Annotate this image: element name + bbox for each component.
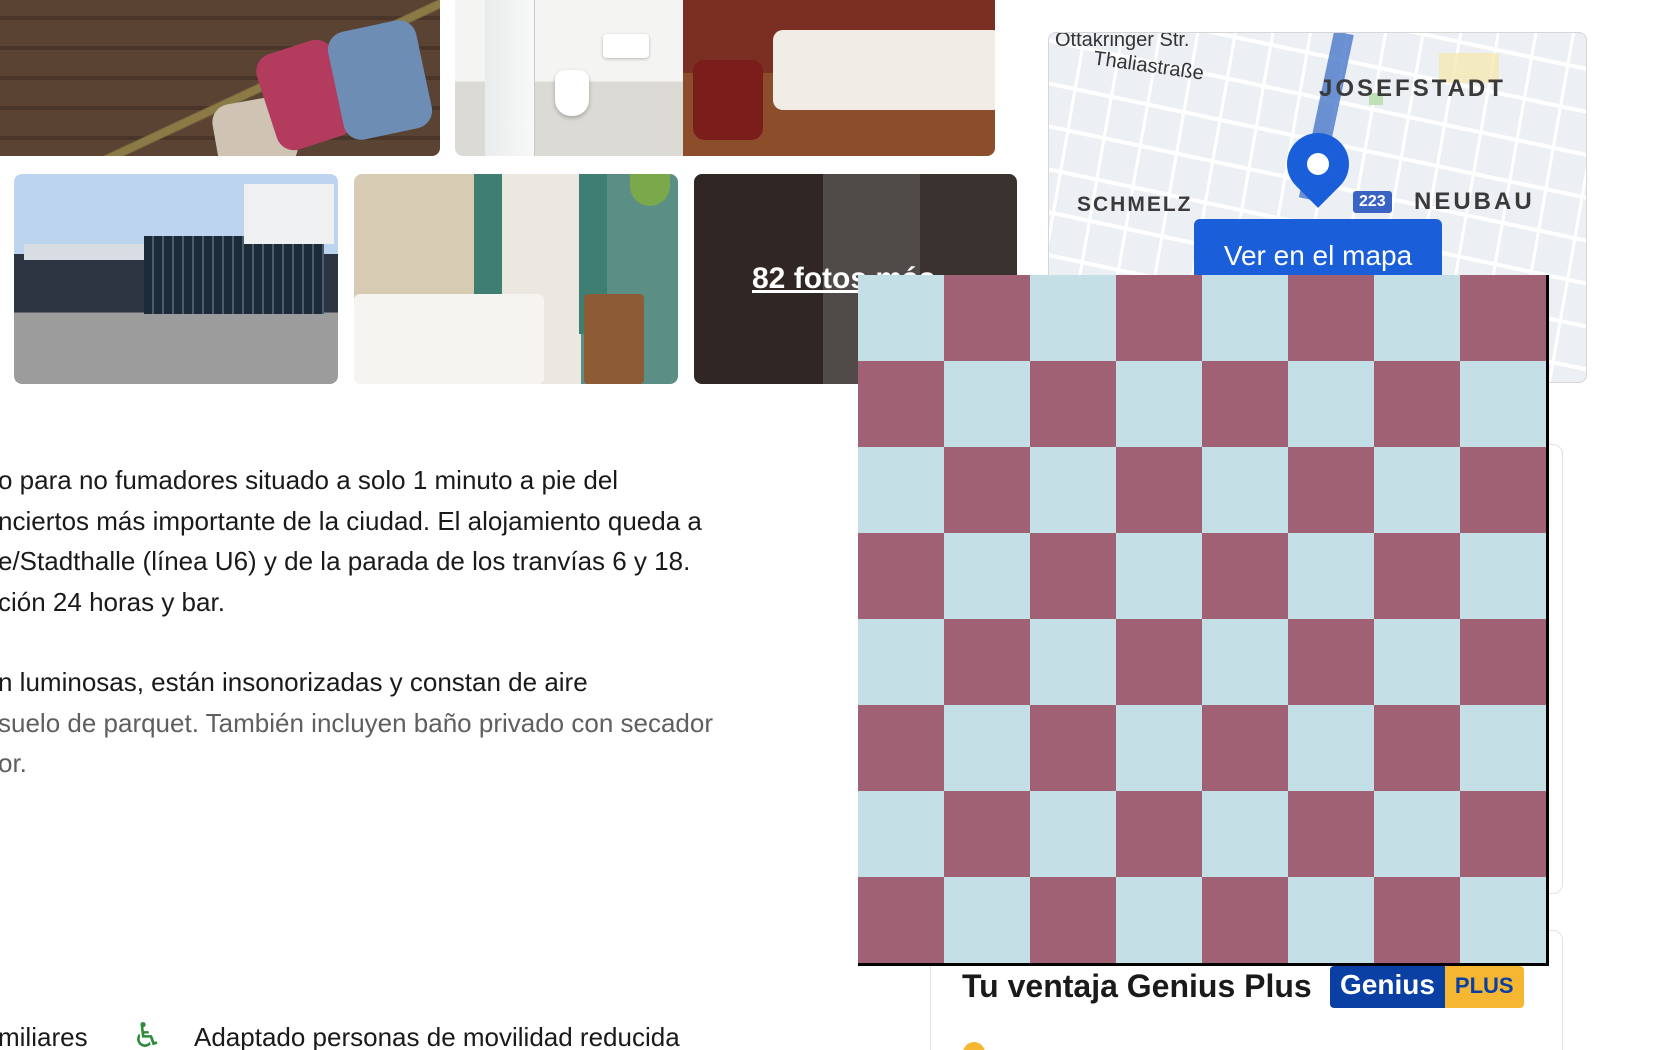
bathroom-area — [455, 0, 683, 156]
gallery-photo-lounge[interactable] — [0, 0, 440, 156]
description-line: e/Stadthalle (línea U6) y de la parada d… — [0, 546, 691, 576]
bed-shape — [773, 30, 995, 110]
genius-title: Tu ventaja Genius Plus — [962, 968, 1312, 1004]
facility-item: miliares — [0, 1022, 88, 1050]
map-road-badge: 223 — [1353, 191, 1392, 213]
bedroom-area — [683, 0, 995, 156]
description-line: o para no fumadores situado a solo 1 min… — [0, 465, 619, 495]
toilet-shape — [555, 70, 589, 116]
map-pin-icon — [1274, 120, 1362, 208]
gallery-photo-building[interactable] — [14, 174, 338, 384]
wheelchair-icon: ♿ — [132, 1017, 163, 1050]
armchair-shape — [693, 60, 763, 140]
description-line: nciertos más importante de la ciudad. El… — [0, 505, 702, 536]
glass-facade — [144, 236, 324, 314]
sink-shape — [603, 34, 649, 58]
map-street-label: Ottakringer Str. — [1055, 32, 1190, 51]
map-district-label: NEUBAU — [1414, 188, 1535, 215]
genius-plus-logo: Genius PLUS — [1330, 966, 1524, 1008]
table-shape — [584, 294, 644, 384]
gallery-photo-bathroom-bedroom[interactable] — [455, 0, 995, 156]
gallery-photo-room[interactable] — [354, 174, 678, 384]
description-line: or. — [0, 748, 27, 778]
description-line: n luminosas, están insonorizadas y const… — [0, 667, 588, 697]
description-line: ción 24 horas y bar. — [0, 586, 225, 617]
description-line: suelo de parquet. También incluyen baño … — [0, 707, 713, 738]
shower-door — [485, 0, 535, 156]
facility-item-accessible: Adaptado personas de movilidad reducida — [194, 1022, 680, 1050]
green-key-badge-icon — [630, 174, 670, 206]
map-district-label: SCHMELZ — [1077, 193, 1193, 216]
property-description: o para no fumadores situado a solo 1 min… — [0, 460, 818, 784]
genius-logo-text: Genius — [1330, 966, 1445, 1008]
bed-shape — [354, 294, 544, 384]
tower-shape — [244, 184, 334, 244]
genius-logo-plus: PLUS — [1444, 966, 1524, 1008]
map-street-label: Thaliastraße — [1092, 47, 1206, 85]
map-district-label: JOSEFSTADT — [1319, 75, 1506, 102]
checkerboard-overlay — [858, 275, 1549, 966]
